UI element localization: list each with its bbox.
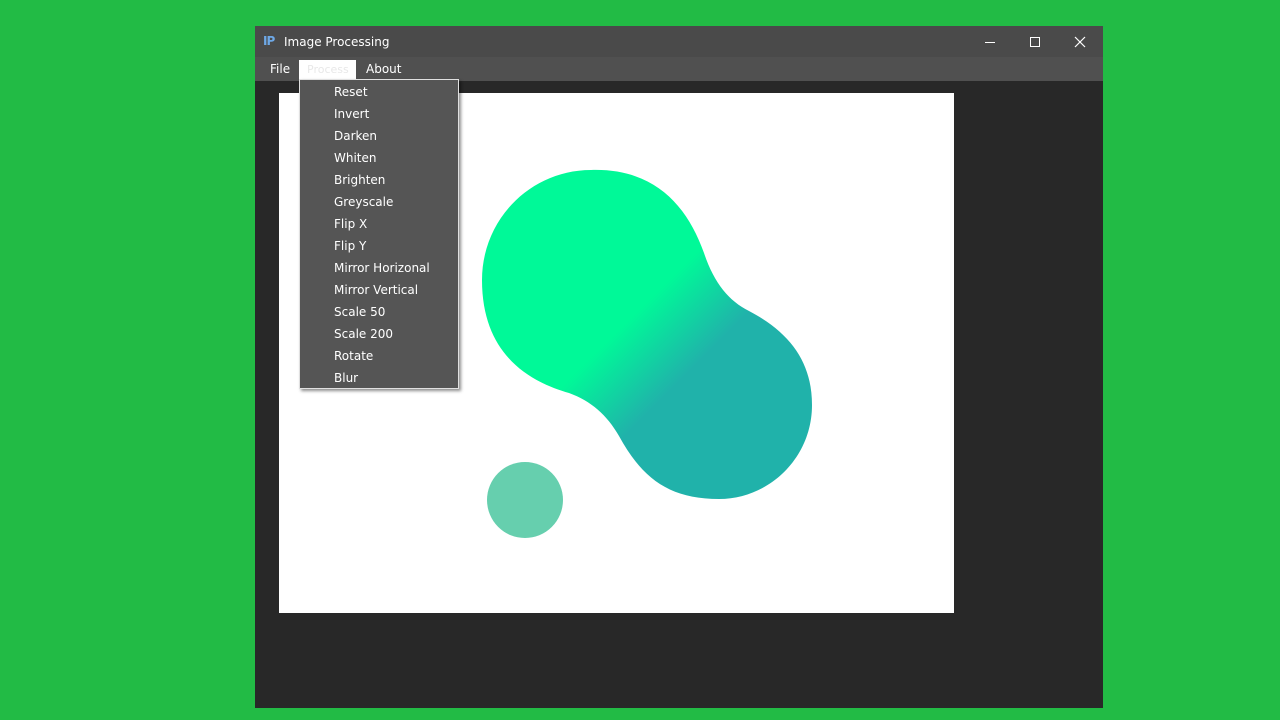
- maximize-icon: [1030, 36, 1040, 47]
- title-bar[interactable]: IP Image Processing: [255, 26, 1103, 57]
- menu-item-scale-200[interactable]: Scale 200: [300, 323, 458, 345]
- menu-item-mirror-horizontal[interactable]: Mirror Horizonal: [300, 257, 458, 279]
- minimize-icon: [985, 41, 995, 43]
- maximize-button[interactable]: [1012, 26, 1058, 57]
- menu-bar: File Process About: [255, 57, 1103, 81]
- menu-item-flip-x[interactable]: Flip X: [300, 213, 458, 235]
- menu-item-blur[interactable]: Blur: [300, 367, 458, 389]
- menu-item-scale-50[interactable]: Scale 50: [300, 301, 458, 323]
- menu-item-brighten[interactable]: Brighten: [300, 169, 458, 191]
- menu-item-whiten[interactable]: Whiten: [300, 147, 458, 169]
- menu-item-darken[interactable]: Darken: [300, 125, 458, 147]
- menu-about[interactable]: About: [358, 60, 409, 80]
- menu-item-mirror-vertical[interactable]: Mirror Vertical: [300, 279, 458, 301]
- menu-item-reset[interactable]: Reset: [300, 81, 458, 103]
- menu-item-greyscale[interactable]: Greyscale: [300, 191, 458, 213]
- app-logo-icon: IP: [263, 34, 275, 48]
- minimize-button[interactable]: [967, 26, 1013, 57]
- small-circle-shape: [487, 462, 563, 538]
- menu-item-flip-y[interactable]: Flip Y: [300, 235, 458, 257]
- menu-process[interactable]: Process: [299, 60, 356, 80]
- window-title: Image Processing: [284, 35, 390, 49]
- gradient-blob-shape: [482, 169, 812, 499]
- close-icon: [1074, 36, 1086, 47]
- process-dropdown-menu: Reset Invert Darken Whiten Brighten Grey…: [299, 79, 459, 389]
- menu-item-rotate[interactable]: Rotate: [300, 345, 458, 367]
- menu-item-invert[interactable]: Invert: [300, 103, 458, 125]
- close-button[interactable]: [1057, 26, 1103, 57]
- menu-file[interactable]: File: [262, 60, 298, 80]
